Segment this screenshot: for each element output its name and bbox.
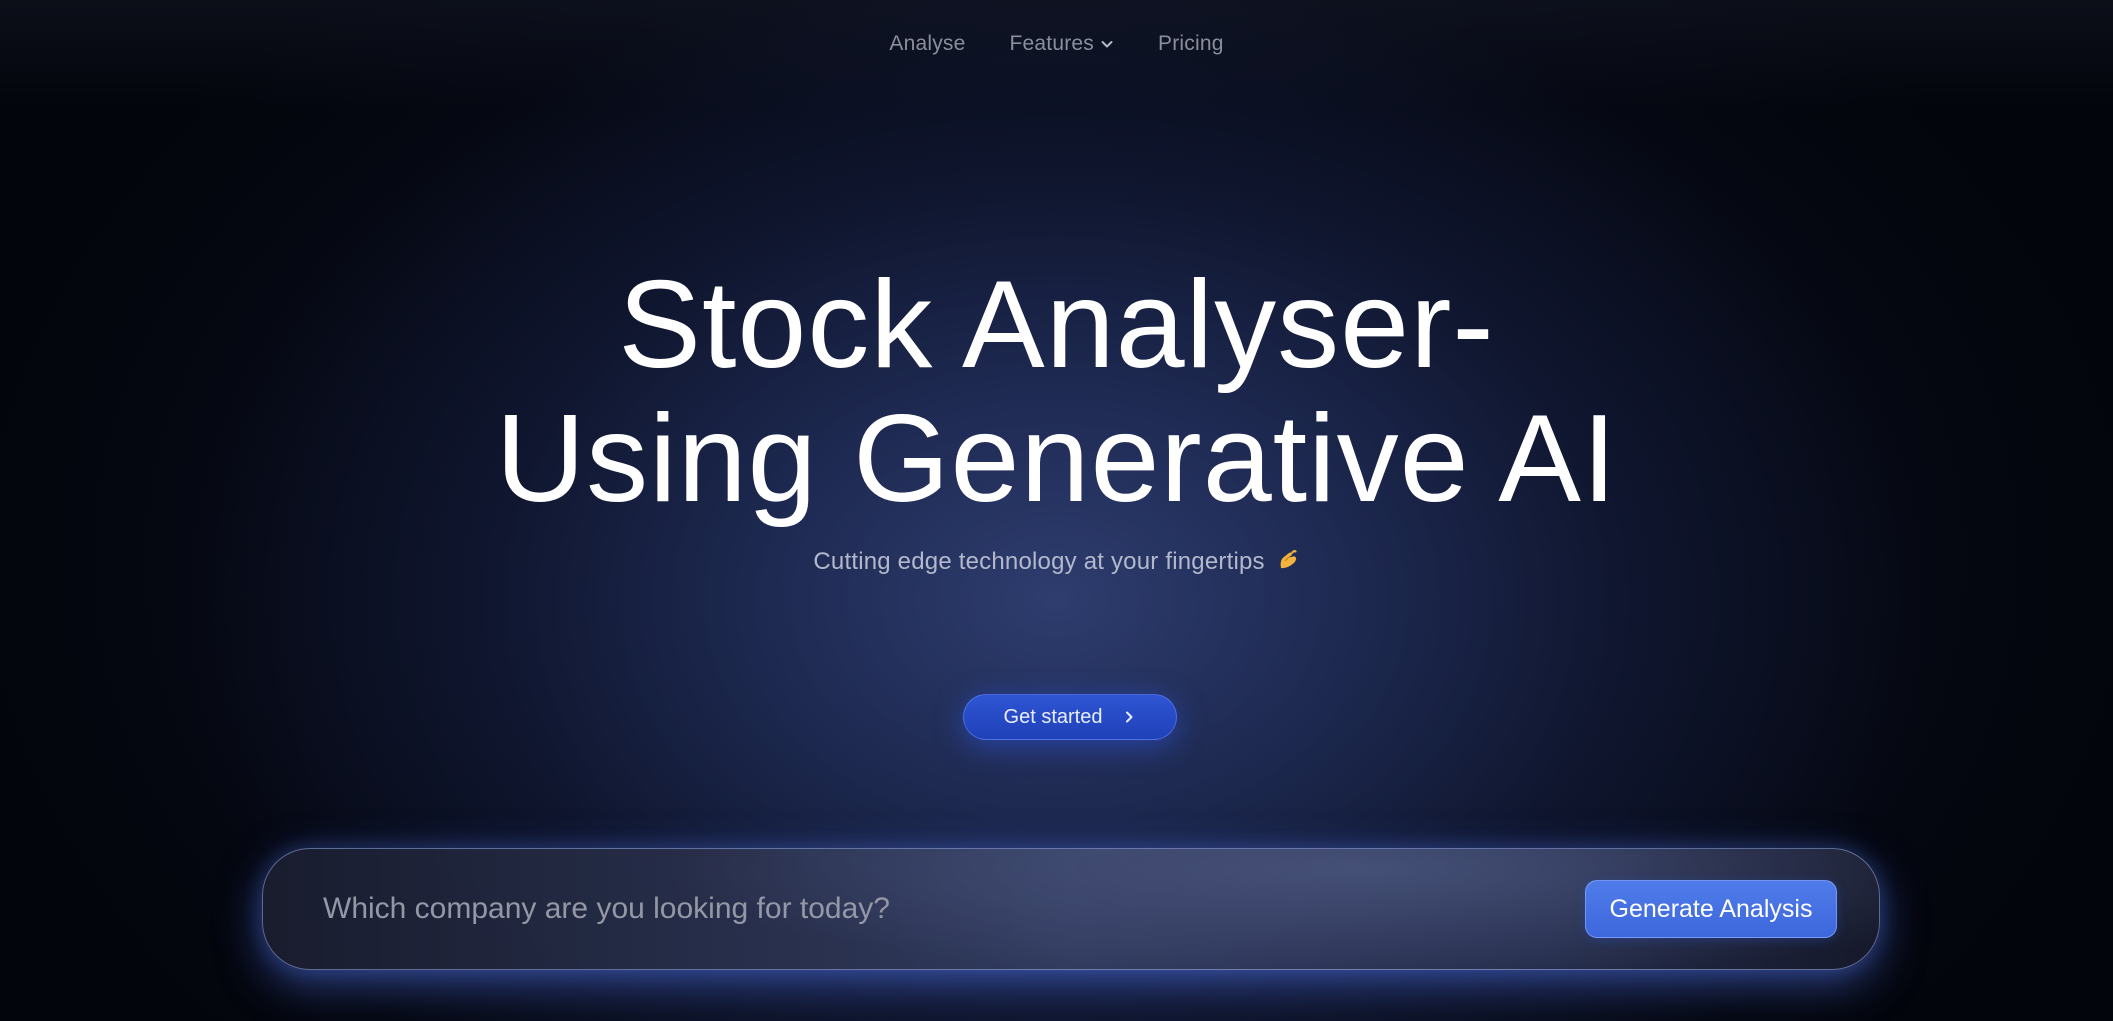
chevron-right-icon xyxy=(1126,711,1133,723)
company-search-input[interactable] xyxy=(263,849,1585,969)
nav-item-label: Features xyxy=(1009,32,1094,55)
get-started-label: Get started xyxy=(1003,705,1103,728)
hero-title-line-1: Stock Analyser- xyxy=(618,256,1495,394)
nav-item-pricing[interactable]: Pricing xyxy=(1158,28,1224,60)
hero-title-line-2: Using Generative AI xyxy=(495,390,1618,528)
generate-analysis-button[interactable]: Generate Analysis xyxy=(1585,880,1837,938)
chevron-down-icon xyxy=(1101,41,1113,48)
landing-page: Analyse Features Pricing Stock Analyser-… xyxy=(0,0,2113,1021)
company-search-bar: Generate Analysis xyxy=(262,848,1880,970)
nav-item-analyse[interactable]: Analyse xyxy=(889,28,965,60)
pinching-hand-emoji-icon xyxy=(1280,550,1297,569)
nav-item-features[interactable]: Features xyxy=(1010,28,1114,60)
hero-title: Stock Analyser- Using Generative AI xyxy=(0,258,2113,526)
nav-item-label: Analyse xyxy=(889,32,966,55)
hero-subtitle: Cutting edge technology at your fingerti… xyxy=(0,548,2113,576)
hero-subtitle-text: Cutting edge technology at your fingerti… xyxy=(813,548,1265,575)
nav-item-label: Pricing xyxy=(1158,32,1224,55)
get-started-button[interactable]: Get started xyxy=(963,694,1177,740)
top-nav: Analyse Features Pricing xyxy=(0,28,2113,60)
